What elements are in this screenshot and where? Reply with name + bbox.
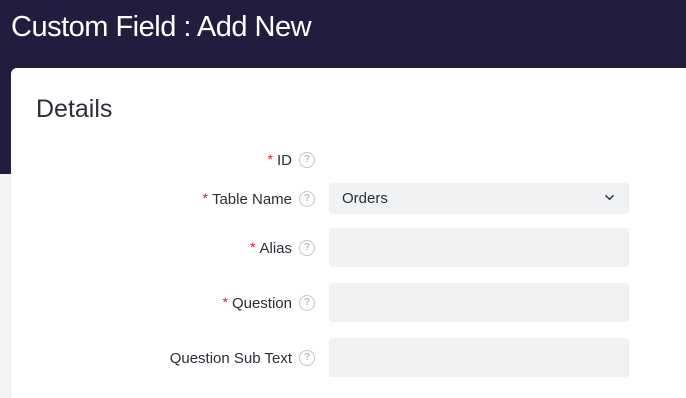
chevron-down-icon [605, 194, 614, 201]
table-name-selected-value: Orders [342, 190, 388, 207]
table-name-select[interactable]: Orders [329, 183, 629, 214]
label-question-sub-text: Question Sub Text [169, 349, 292, 367]
label-question: Question [231, 294, 292, 312]
question-circle-icon[interactable]: ? [299, 240, 315, 256]
required-marker: * [250, 239, 256, 255]
question-circle-icon[interactable]: ? [299, 152, 315, 168]
required-marker: * [267, 151, 273, 167]
label-id: ID [277, 151, 292, 169]
field-label-table-name: * Table Name ? [202, 179, 315, 219]
question-circle-icon[interactable]: ? [299, 350, 315, 366]
page-title: Custom Field : Add New [11, 11, 312, 43]
section-title: Details [36, 95, 113, 123]
label-table-name: Table Name [211, 190, 292, 208]
question-sub-text-input[interactable] [329, 338, 629, 377]
field-label-alias: * Alias ? [250, 228, 315, 268]
field-label-question: * Question ? [222, 283, 315, 323]
required-marker: * [202, 190, 208, 206]
field-label-question-sub-text: Question Sub Text ? [170, 338, 315, 378]
form-row-id: * ID ? [0, 140, 686, 180]
required-marker: * [222, 294, 228, 310]
question-circle-icon[interactable]: ? [299, 191, 315, 207]
alias-input[interactable] [329, 228, 629, 267]
question-input[interactable] [329, 283, 629, 322]
label-alias: Alias [259, 239, 292, 257]
question-circle-icon[interactable]: ? [299, 295, 315, 311]
field-label-id: * ID ? [268, 140, 315, 180]
